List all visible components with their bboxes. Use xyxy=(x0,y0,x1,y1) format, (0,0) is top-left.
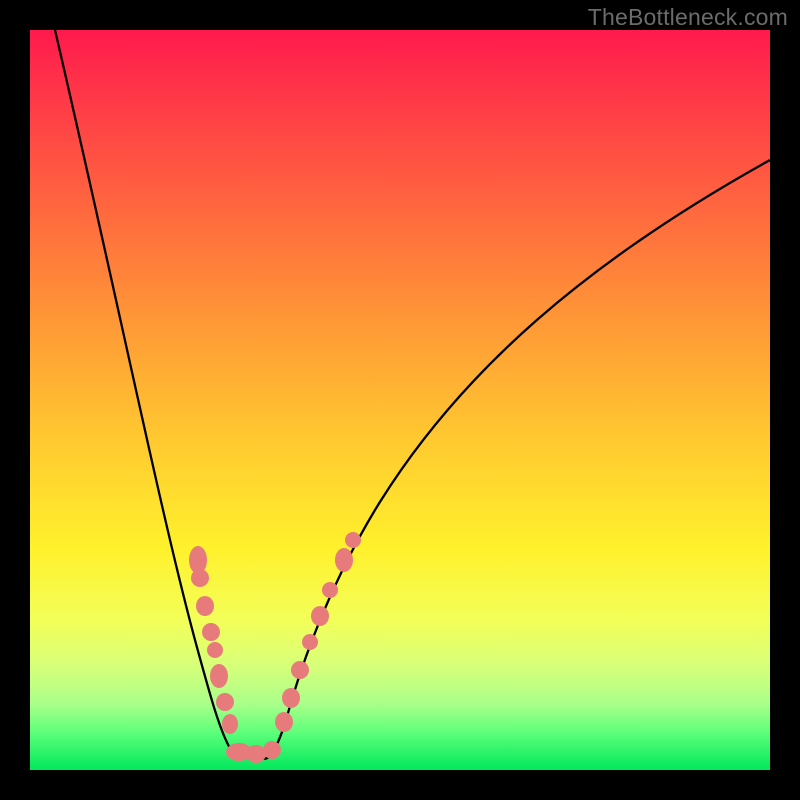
data-marker xyxy=(291,661,309,679)
data-marker xyxy=(216,693,234,711)
data-marker xyxy=(311,606,329,626)
watermark-text: TheBottleneck.com xyxy=(588,4,788,31)
data-marker xyxy=(345,532,361,548)
curve-right xyxy=(261,160,770,759)
data-marker xyxy=(335,548,353,572)
data-marker xyxy=(322,582,338,598)
data-marker xyxy=(275,712,293,732)
data-marker xyxy=(263,741,281,759)
data-marker xyxy=(302,634,318,650)
data-marker xyxy=(207,642,223,658)
chart-overlay xyxy=(30,30,770,770)
data-marker xyxy=(191,569,209,587)
marker-group xyxy=(189,532,361,763)
data-marker xyxy=(202,623,220,641)
data-marker xyxy=(222,714,238,734)
data-marker xyxy=(246,745,266,763)
data-marker xyxy=(282,688,300,708)
data-marker xyxy=(196,596,214,616)
data-marker xyxy=(210,664,228,688)
